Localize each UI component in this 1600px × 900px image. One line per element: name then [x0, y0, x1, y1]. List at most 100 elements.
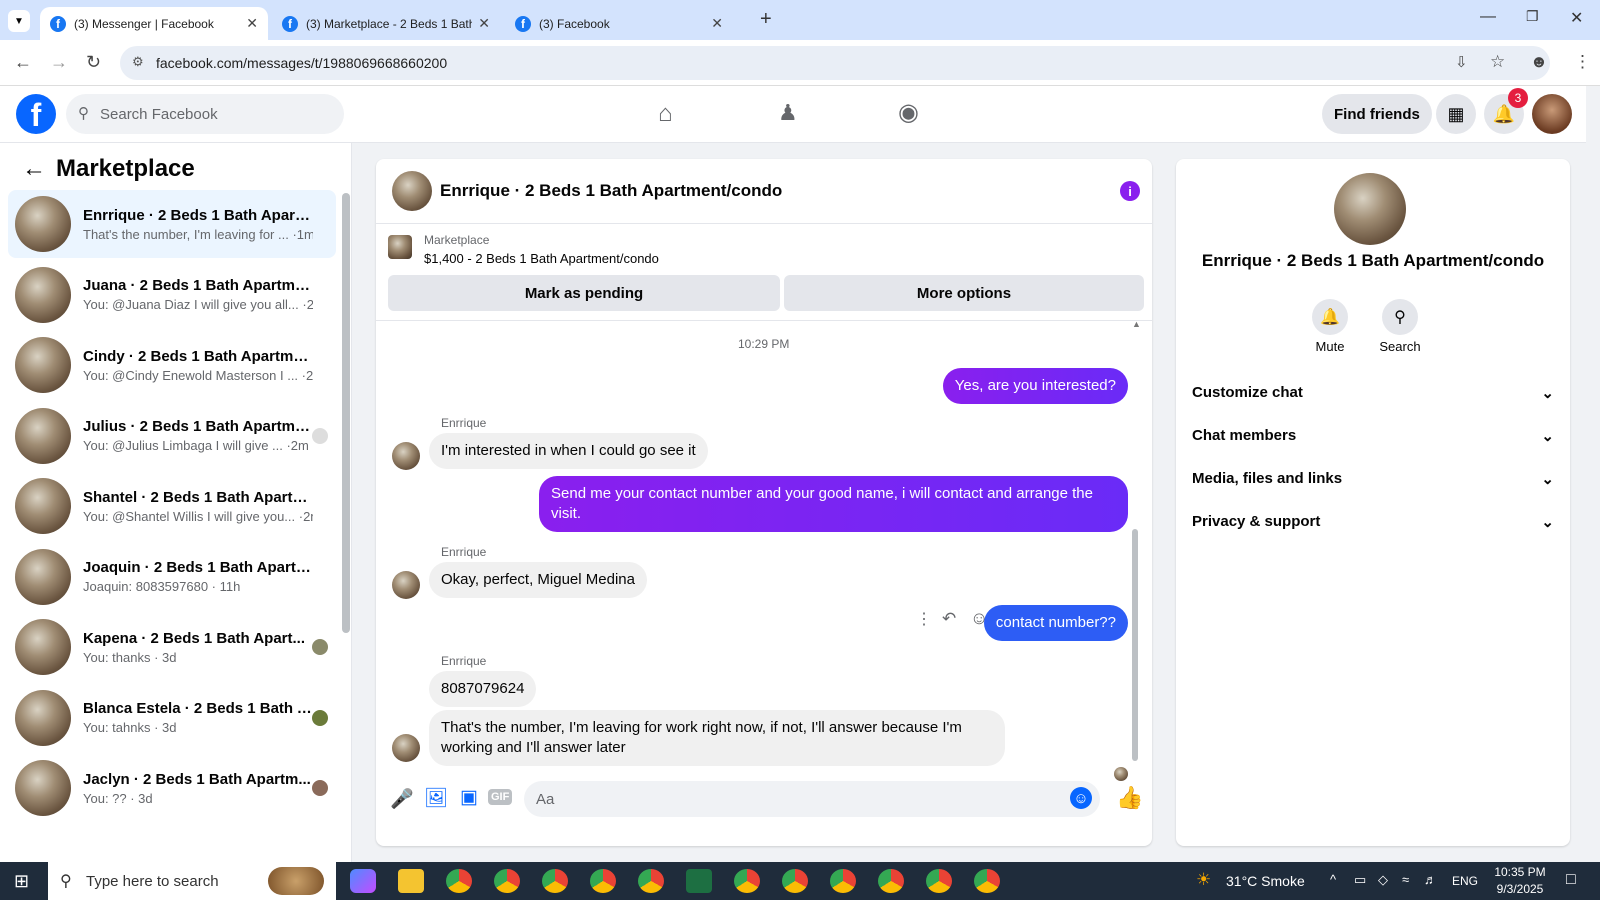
tab-search-chevron-icon[interactable]: ▼: [8, 10, 30, 32]
chrome-icon[interactable]: [830, 869, 856, 893]
close-window-icon[interactable]: ✕: [1570, 8, 1583, 28]
back-icon[interactable]: ←: [14, 52, 32, 73]
close-tab-icon[interactable]: ✕: [478, 15, 490, 32]
find-friends-button[interactable]: Find friends: [1322, 94, 1432, 134]
back-arrow-icon[interactable]: ←: [22, 155, 46, 183]
tab-messenger[interactable]: f (3) Messenger | Facebook ✕: [40, 7, 268, 40]
photo-icon[interactable]: 🖼: [424, 786, 448, 810]
info-avatar[interactable]: [1334, 173, 1406, 245]
conversation-item[interactable]: Shantel · 2 Beds 1 Bath Apartme... You: @…: [8, 472, 336, 540]
chrome-icon[interactable]: [638, 869, 664, 893]
listing-thumbnail[interactable]: [388, 235, 412, 259]
forward-icon[interactable]: →: [50, 52, 68, 73]
groups-icon[interactable]: ◉: [898, 98, 919, 127]
chat-scrollbar[interactable]: [1132, 529, 1138, 761]
close-tab-icon[interactable]: ✕: [711, 15, 723, 32]
conversation-item[interactable]: Enrrique · 2 Beds 1 Bath Apartm... That's…: [8, 190, 336, 258]
gif-icon[interactable]: GIF: [488, 789, 513, 805]
site-settings-icon[interactable]: ⚙: [132, 54, 144, 70]
volume-icon[interactable]: ♬: [1424, 872, 1437, 887]
conversation-item[interactable]: Jaclyn · 2 Beds 1 Bath Apartm... You: ?? …: [8, 754, 336, 822]
conversation-item[interactable]: Julius · 2 Beds 1 Bath Apartme... You: @J…: [8, 402, 336, 470]
wifi-icon[interactable]: ≈: [1402, 872, 1409, 887]
message-incoming[interactable]: I'm interested in when I could go see it: [429, 433, 708, 469]
sender-avatar[interactable]: [392, 442, 420, 470]
sticker-icon[interactable]: ▣: [460, 786, 478, 809]
chrome-icon[interactable]: [590, 869, 616, 893]
account-avatar[interactable]: [1532, 94, 1572, 134]
home-icon[interactable]: ⌂: [658, 100, 673, 128]
message-incoming[interactable]: Okay, perfect, Miguel Medina: [429, 562, 647, 598]
microphone-icon[interactable]: 🎤: [390, 787, 414, 811]
file-explorer-icon[interactable]: [398, 869, 424, 893]
browser-menu-icon[interactable]: ⋮: [1574, 52, 1591, 72]
friends-icon[interactable]: ♟: [778, 100, 798, 126]
new-tab-icon[interactable]: +: [760, 8, 772, 31]
windows-start-icon[interactable]: ⊞: [14, 871, 29, 892]
scroll-up-icon[interactable]: ▲: [1132, 319, 1141, 329]
conversation-item[interactable]: Juana · 2 Beds 1 Bath Apartment... You: @…: [8, 261, 336, 329]
url-input[interactable]: ⚙ facebook.com/messages/t/19880696686602…: [120, 46, 1550, 80]
minimize-icon[interactable]: —: [1480, 8, 1496, 26]
message-incoming[interactable]: That's the number, I'm leaving for work …: [429, 710, 1005, 766]
mute-bell-icon[interactable]: 🔔: [1312, 299, 1348, 335]
clock-time[interactable]: 10:35 PM: [1492, 865, 1548, 879]
copilot-icon[interactable]: [350, 869, 376, 893]
sender-avatar[interactable]: [392, 571, 420, 599]
tray-device-icon[interactable]: ▭: [1354, 872, 1366, 888]
install-app-icon[interactable]: ⇩: [1455, 53, 1468, 71]
message-outgoing[interactable]: contact number??: [983, 605, 1128, 641]
search-in-chat-icon[interactable]: ⚲: [1382, 299, 1418, 335]
notification-center-icon[interactable]: □: [1566, 871, 1576, 889]
menu-grid-icon[interactable]: ▦: [1436, 94, 1476, 134]
chrome-icon[interactable]: [782, 869, 808, 893]
tray-ime-icon[interactable]: ◇: [1378, 872, 1388, 888]
chrome-icon[interactable]: [446, 869, 472, 893]
close-tab-icon[interactable]: ✕: [246, 15, 258, 32]
reload-icon[interactable]: ↻: [86, 52, 101, 73]
excel-icon[interactable]: [686, 869, 712, 893]
tray-overflow-icon[interactable]: ^: [1330, 872, 1336, 887]
notifications-icon[interactable]: 🔔 3: [1484, 88, 1528, 134]
message-input[interactable]: Aa ☺: [524, 781, 1100, 817]
info-icon[interactable]: i: [1120, 181, 1140, 201]
tab-facebook[interactable]: f (3) Facebook ✕: [505, 7, 733, 40]
tab-marketplace[interactable]: f (3) Marketplace - 2 Beds 1 Bath ✕: [272, 7, 500, 40]
chrome-icon[interactable]: [734, 869, 760, 893]
weather-text[interactable]: 31°C Smoke: [1226, 873, 1305, 889]
conversation-item[interactable]: Joaquin · 2 Beds 1 Bath Apartme... Joaqui…: [8, 543, 336, 611]
chrome-icon[interactable]: [878, 869, 904, 893]
mark-pending-button[interactable]: Mark as pending: [388, 275, 780, 311]
accordion-customize-chat[interactable]: Customize chat ⌄: [1192, 384, 1554, 402]
listing-price[interactable]: $1,400 - 2 Beds 1 Bath Apartment/condo: [424, 251, 659, 266]
chrome-icon[interactable]: [494, 869, 520, 893]
chrome-icon[interactable]: [542, 869, 568, 893]
conversation-item[interactable]: Kapena · 2 Beds 1 Bath Apart... You: than…: [8, 613, 336, 681]
more-actions-icon[interactable]: ⋮: [916, 609, 932, 629]
profile-icon[interactable]: ☻: [1530, 52, 1548, 72]
chat-avatar[interactable]: [392, 171, 432, 211]
conversation-item[interactable]: Blanca Estela · 2 Beds 1 Bath A... You: t…: [8, 684, 336, 752]
sender-avatar[interactable]: [392, 734, 420, 762]
message-incoming[interactable]: 8087079624: [429, 671, 537, 707]
accordion-media-files-links[interactable]: Media, files and links ⌄: [1192, 470, 1554, 488]
clock-date[interactable]: 9/3/2025: [1492, 882, 1548, 896]
restore-icon[interactable]: ❐: [1526, 8, 1539, 25]
search-input[interactable]: ⚲ Search Facebook: [66, 94, 344, 134]
language-indicator[interactable]: ENG: [1452, 874, 1478, 888]
more-options-button[interactable]: More options: [784, 275, 1144, 311]
bookmark-star-icon[interactable]: ☆: [1490, 52, 1505, 72]
message-outgoing[interactable]: Yes, are you interested?: [942, 368, 1128, 404]
chrome-icon[interactable]: [926, 869, 952, 893]
message-outgoing[interactable]: Send me your contact number and your goo…: [539, 476, 1128, 532]
conversation-item[interactable]: Cindy · 2 Beds 1 Bath Apartment... You: @…: [8, 331, 336, 399]
reply-icon[interactable]: ↶: [942, 609, 956, 629]
accordion-privacy-support[interactable]: Privacy & support ⌄: [1192, 513, 1554, 531]
chrome-icon[interactable]: [974, 869, 1000, 893]
chat-title[interactable]: Enrrique · 2 Beds 1 Bath Apartment/condo: [440, 181, 782, 201]
taskbar-search-input[interactable]: ⚲ Type here to search: [48, 862, 336, 900]
thumbs-up-icon[interactable]: 👍: [1116, 785, 1143, 811]
facebook-logo-icon[interactable]: f: [16, 94, 56, 134]
emoji-icon[interactable]: ☺: [1070, 787, 1092, 809]
accordion-chat-members[interactable]: Chat members ⌄: [1192, 427, 1554, 445]
